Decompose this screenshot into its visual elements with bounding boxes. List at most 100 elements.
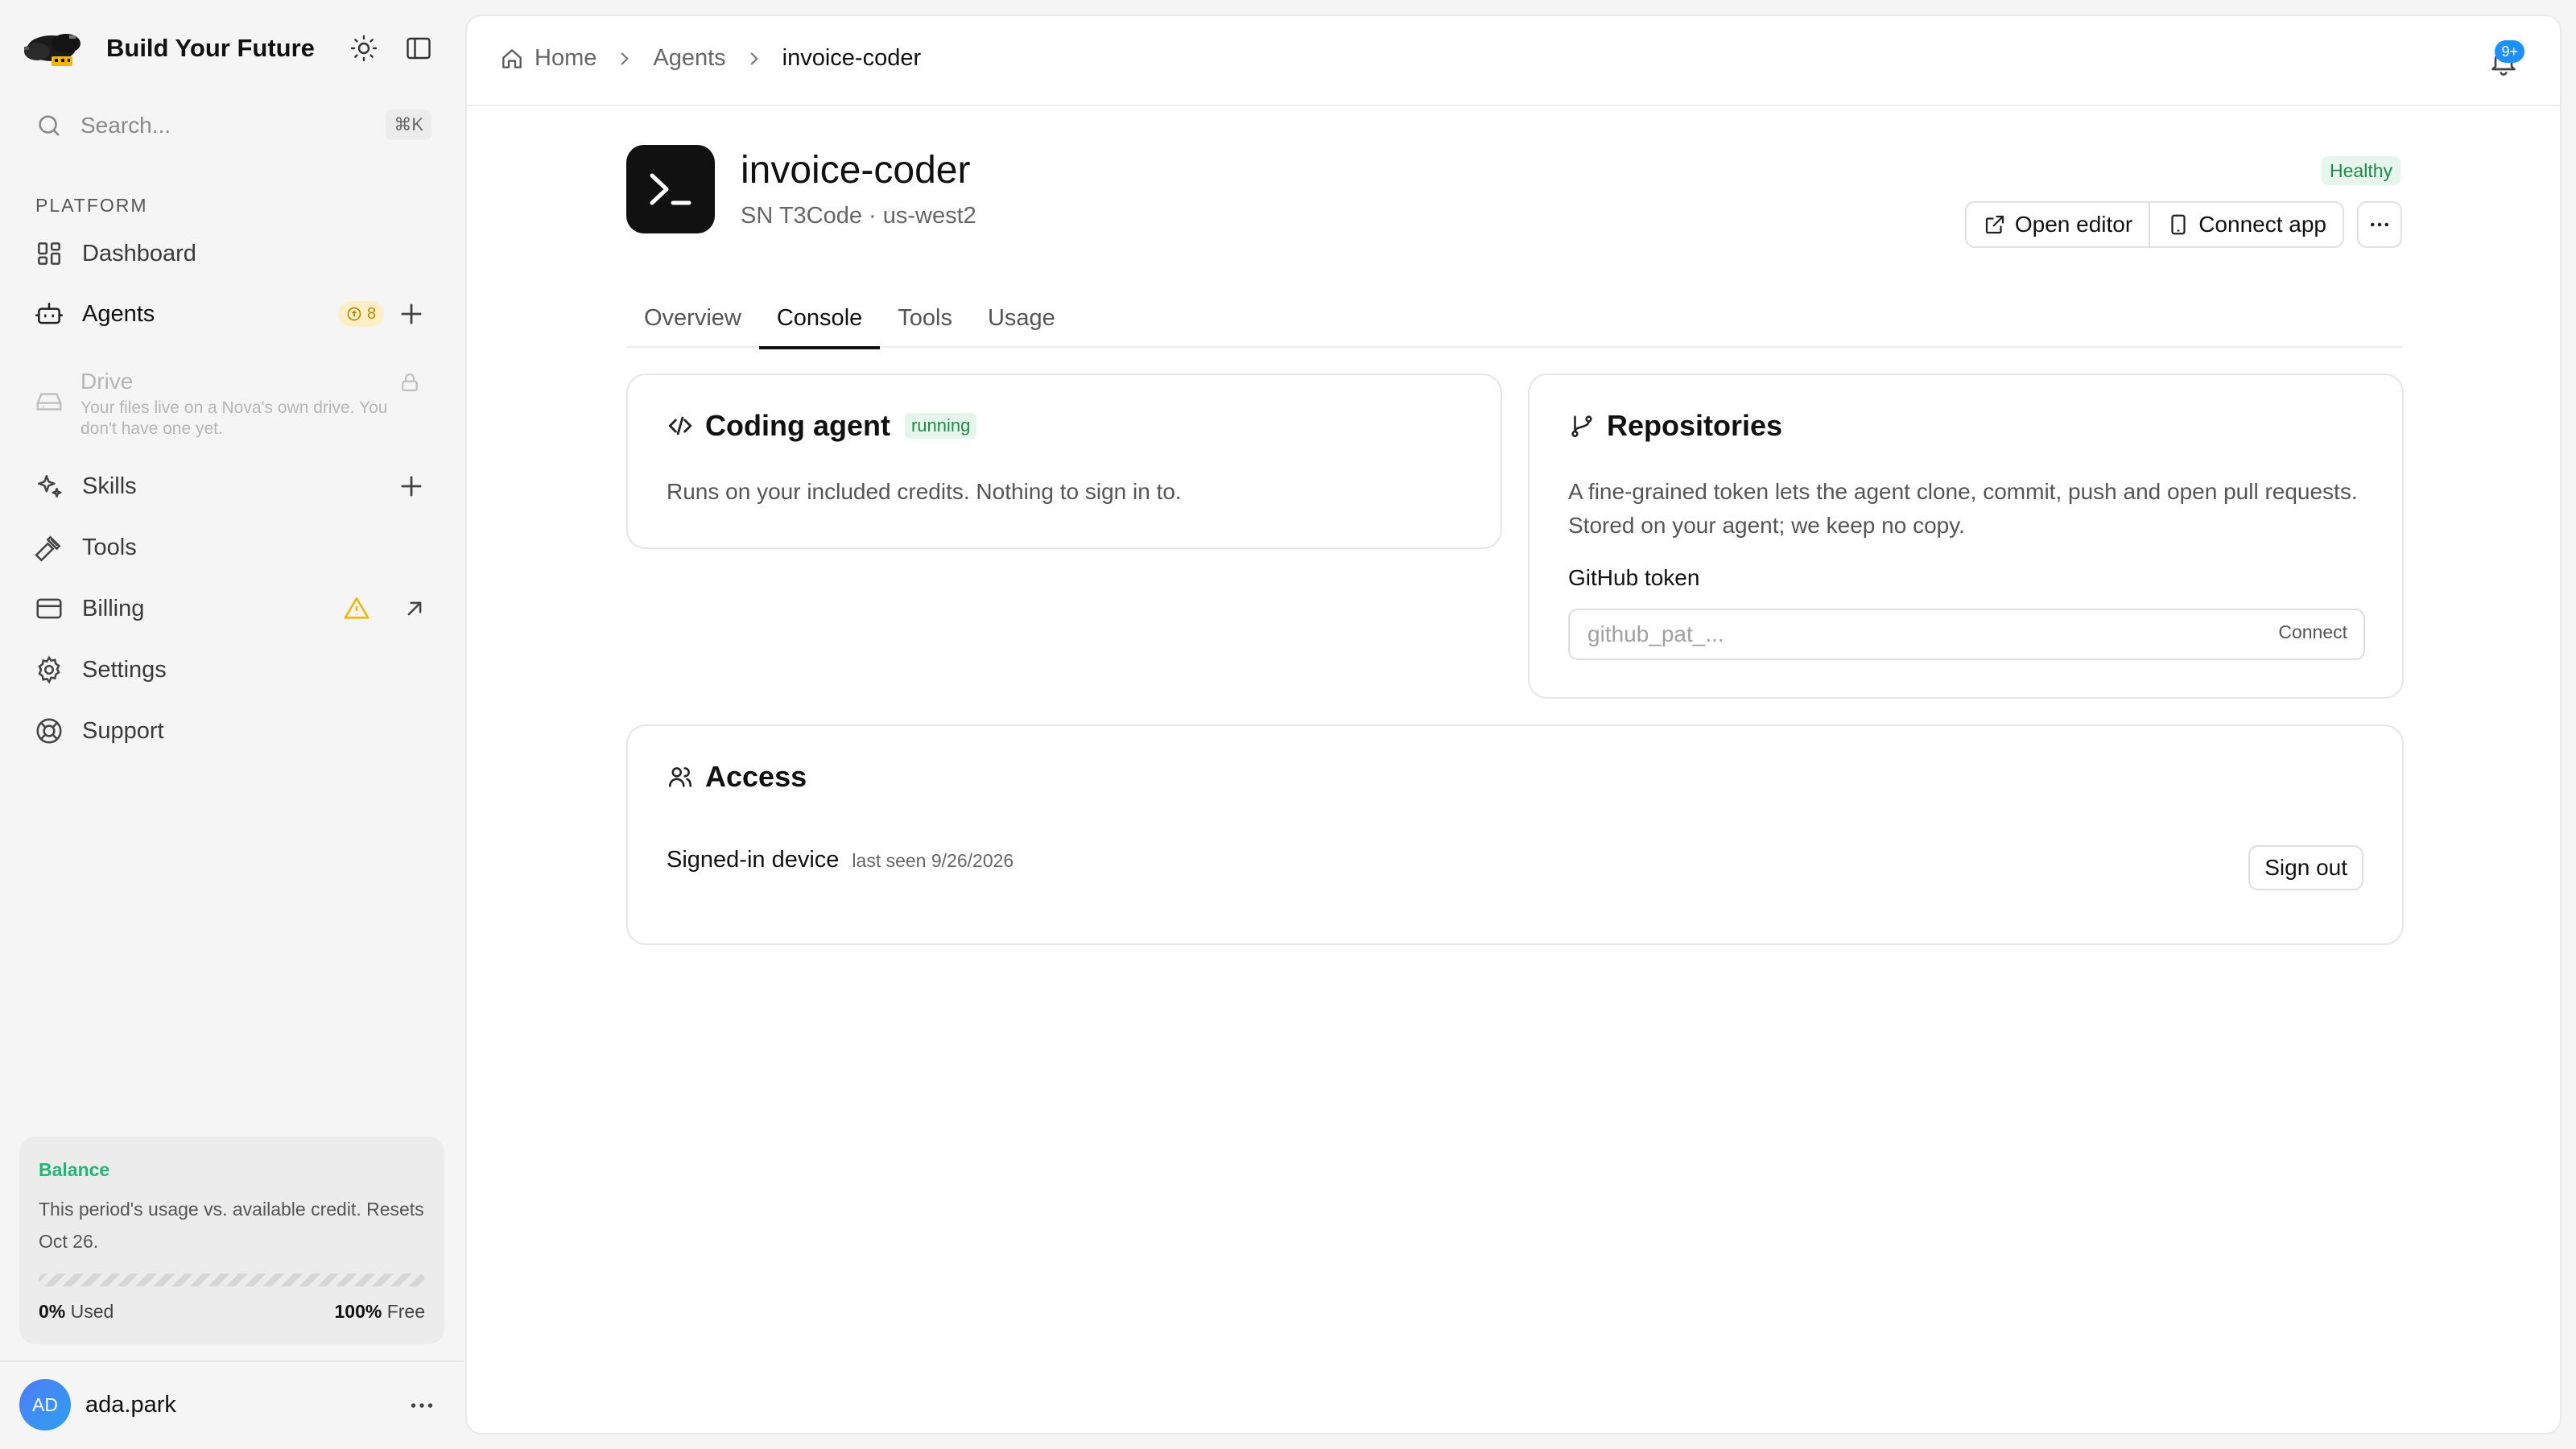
balance-used: 0% Used: [39, 1301, 114, 1323]
sidebar-item-dashboard[interactable]: Dashboard: [19, 225, 444, 283]
access-card: Access Signed-in device last seen 9/26/2…: [626, 724, 2404, 945]
coding-agent-title: Coding agent running: [667, 409, 977, 443]
breadcrumb-agents[interactable]: Agents: [653, 45, 725, 72]
agent-subtitle: SN T3Code · us-west2: [741, 203, 976, 229]
credit-card-icon: [36, 598, 62, 619]
sun-icon[interactable]: [349, 34, 378, 63]
status-badge: running: [904, 413, 977, 439]
coding-agent-title-text: Coding agent: [705, 409, 890, 442]
sidebar-item-label: Agents: [82, 300, 155, 327]
lifebuoy-icon: [36, 718, 62, 744]
avatar: AD: [19, 1379, 71, 1430]
agent-name: invoice-coder: [741, 149, 971, 192]
sidebar-item-label: Drive: [80, 369, 134, 394]
open-editor-button[interactable]: Open editor: [1967, 203, 2149, 246]
notification-badge: 9+: [2495, 40, 2524, 63]
device-label: Signed-in device: [667, 847, 840, 873]
access-title: Access: [667, 760, 807, 794]
drive-description: Your files live on a Nova's own drive. Y…: [80, 398, 388, 438]
agent-actions: Open editor Connect app: [1964, 201, 2344, 248]
search-box[interactable]: Search... ⌘K: [19, 103, 431, 148]
sidebar-item-settings[interactable]: Settings: [19, 641, 444, 699]
sidebar-item-agents[interactable]: Agents 8: [19, 285, 444, 343]
tab-tools[interactable]: Tools: [880, 288, 970, 348]
signed-in-device-row: Signed-in device last seen 9/26/2026: [667, 847, 1013, 873]
tab-console[interactable]: Console: [758, 288, 881, 349]
git-branch-icon: [1571, 415, 1592, 438]
main-panel: Home Agents invoice-coder 9+ invoice-cod…: [465, 14, 2562, 1435]
arrow-up-right-icon[interactable]: [401, 595, 428, 622]
grid-icon: [38, 242, 60, 265]
agent-header: invoice-coder SN T3Code · us-west2 Healt…: [626, 145, 2402, 248]
sidebar-item-label: Settings: [82, 656, 167, 683]
sidebar-item-billing[interactable]: Billing: [19, 580, 444, 638]
open-editor-label: Open editor: [2014, 212, 2133, 237]
repositories-card: Repositories A fine-grained token lets t…: [1528, 374, 2404, 699]
hammer-icon: [35, 535, 61, 562]
breadcrumb-current: invoice-coder: [782, 45, 922, 71]
code-icon: [668, 416, 692, 436]
external-link-icon: [1985, 215, 2004, 234]
credits-badge: 8: [338, 301, 385, 327]
balance-title: Balance: [39, 1159, 110, 1180]
sidebar-item-support[interactable]: Support: [19, 702, 444, 760]
chevron-right-icon: [750, 52, 758, 65]
sidebar-item-label: Dashboard: [82, 240, 196, 266]
sparkles-icon: [38, 475, 62, 497]
github-token-input[interactable]: [1570, 610, 2198, 658]
cloud-logo: [24, 34, 80, 66]
health-badge: Healthy: [2322, 156, 2401, 185]
sidebar-item-drive: Drive Your files live on a Nova's own dr…: [19, 361, 444, 441]
more-horizontal-icon: [2371, 222, 2388, 227]
search-icon: [39, 115, 60, 136]
tab-overview[interactable]: Overview: [626, 288, 759, 348]
access-title-text: Access: [705, 760, 807, 793]
active-highlight: [19, 285, 332, 343]
github-token-field: Connect: [1568, 609, 2365, 660]
coding-agent-card: Coding agent running Runs on your includ…: [626, 374, 1502, 549]
user-name: ada.park: [85, 1391, 176, 1418]
last-seen: last seen 9/26/2026: [852, 850, 1014, 871]
github-token-label: GitHub token: [1568, 565, 1700, 590]
add-agent-icon[interactable]: [396, 299, 427, 329]
add-skill-icon[interactable]: [396, 471, 427, 502]
smartphone-icon: [2171, 214, 2186, 235]
sidebar-item-label: Billing: [82, 595, 145, 621]
tab-bar: Overview Console Tools Usage: [626, 288, 2402, 349]
sidebar-item-label: Support: [82, 717, 164, 744]
repositories-title: Repositories: [1568, 409, 1782, 443]
sidebar-item-tools[interactable]: Tools: [19, 518, 444, 576]
tab-usage[interactable]: Usage: [970, 288, 1073, 348]
balance-free-label: Free: [386, 1301, 425, 1322]
users-icon: [668, 767, 692, 787]
connect-app-label: Connect app: [2198, 212, 2326, 237]
sidebar-panel-icon[interactable]: [404, 34, 433, 63]
sign-out-button[interactable]: Sign out: [2248, 845, 2363, 890]
connect-app-button[interactable]: Connect app: [2149, 203, 2343, 246]
sidebar-item-label: Skills: [82, 473, 137, 499]
sidebar-divider: [0, 1360, 464, 1362]
coin-icon: [347, 307, 361, 321]
more-actions-button[interactable]: [2357, 201, 2402, 248]
topbar: Home Agents invoice-coder 9+: [467, 16, 2560, 106]
lock-icon: [402, 373, 418, 392]
section-label: PLATFORM: [35, 195, 148, 216]
brand-name: Build Your Future: [106, 34, 315, 62]
breadcrumb-home[interactable]: Home: [535, 45, 597, 72]
home-icon[interactable]: [499, 46, 525, 72]
balance-free: 100% Free: [334, 1301, 425, 1323]
repositories-title-text: Repositories: [1607, 409, 1783, 442]
brand[interactable]: Build Your Future: [19, 24, 444, 72]
connect-token-button[interactable]: Connect: [2278, 621, 2347, 643]
search-placeholder: Search...: [80, 113, 171, 138]
sidebar-item-skills[interactable]: Skills: [19, 457, 444, 515]
chevron-right-icon: [621, 52, 630, 65]
more-horizontal-icon[interactable]: [407, 1391, 436, 1420]
hard-drive-icon: [36, 393, 62, 411]
user-menu[interactable]: AD ada.park: [19, 1378, 444, 1431]
gear-icon: [38, 655, 60, 684]
search-shortcut: ⌘K: [386, 109, 431, 140]
terminal-icon: [626, 145, 715, 233]
breadcrumb: Home Agents invoice-coder: [499, 45, 921, 72]
sidebar-item-label: Tools: [82, 534, 137, 560]
